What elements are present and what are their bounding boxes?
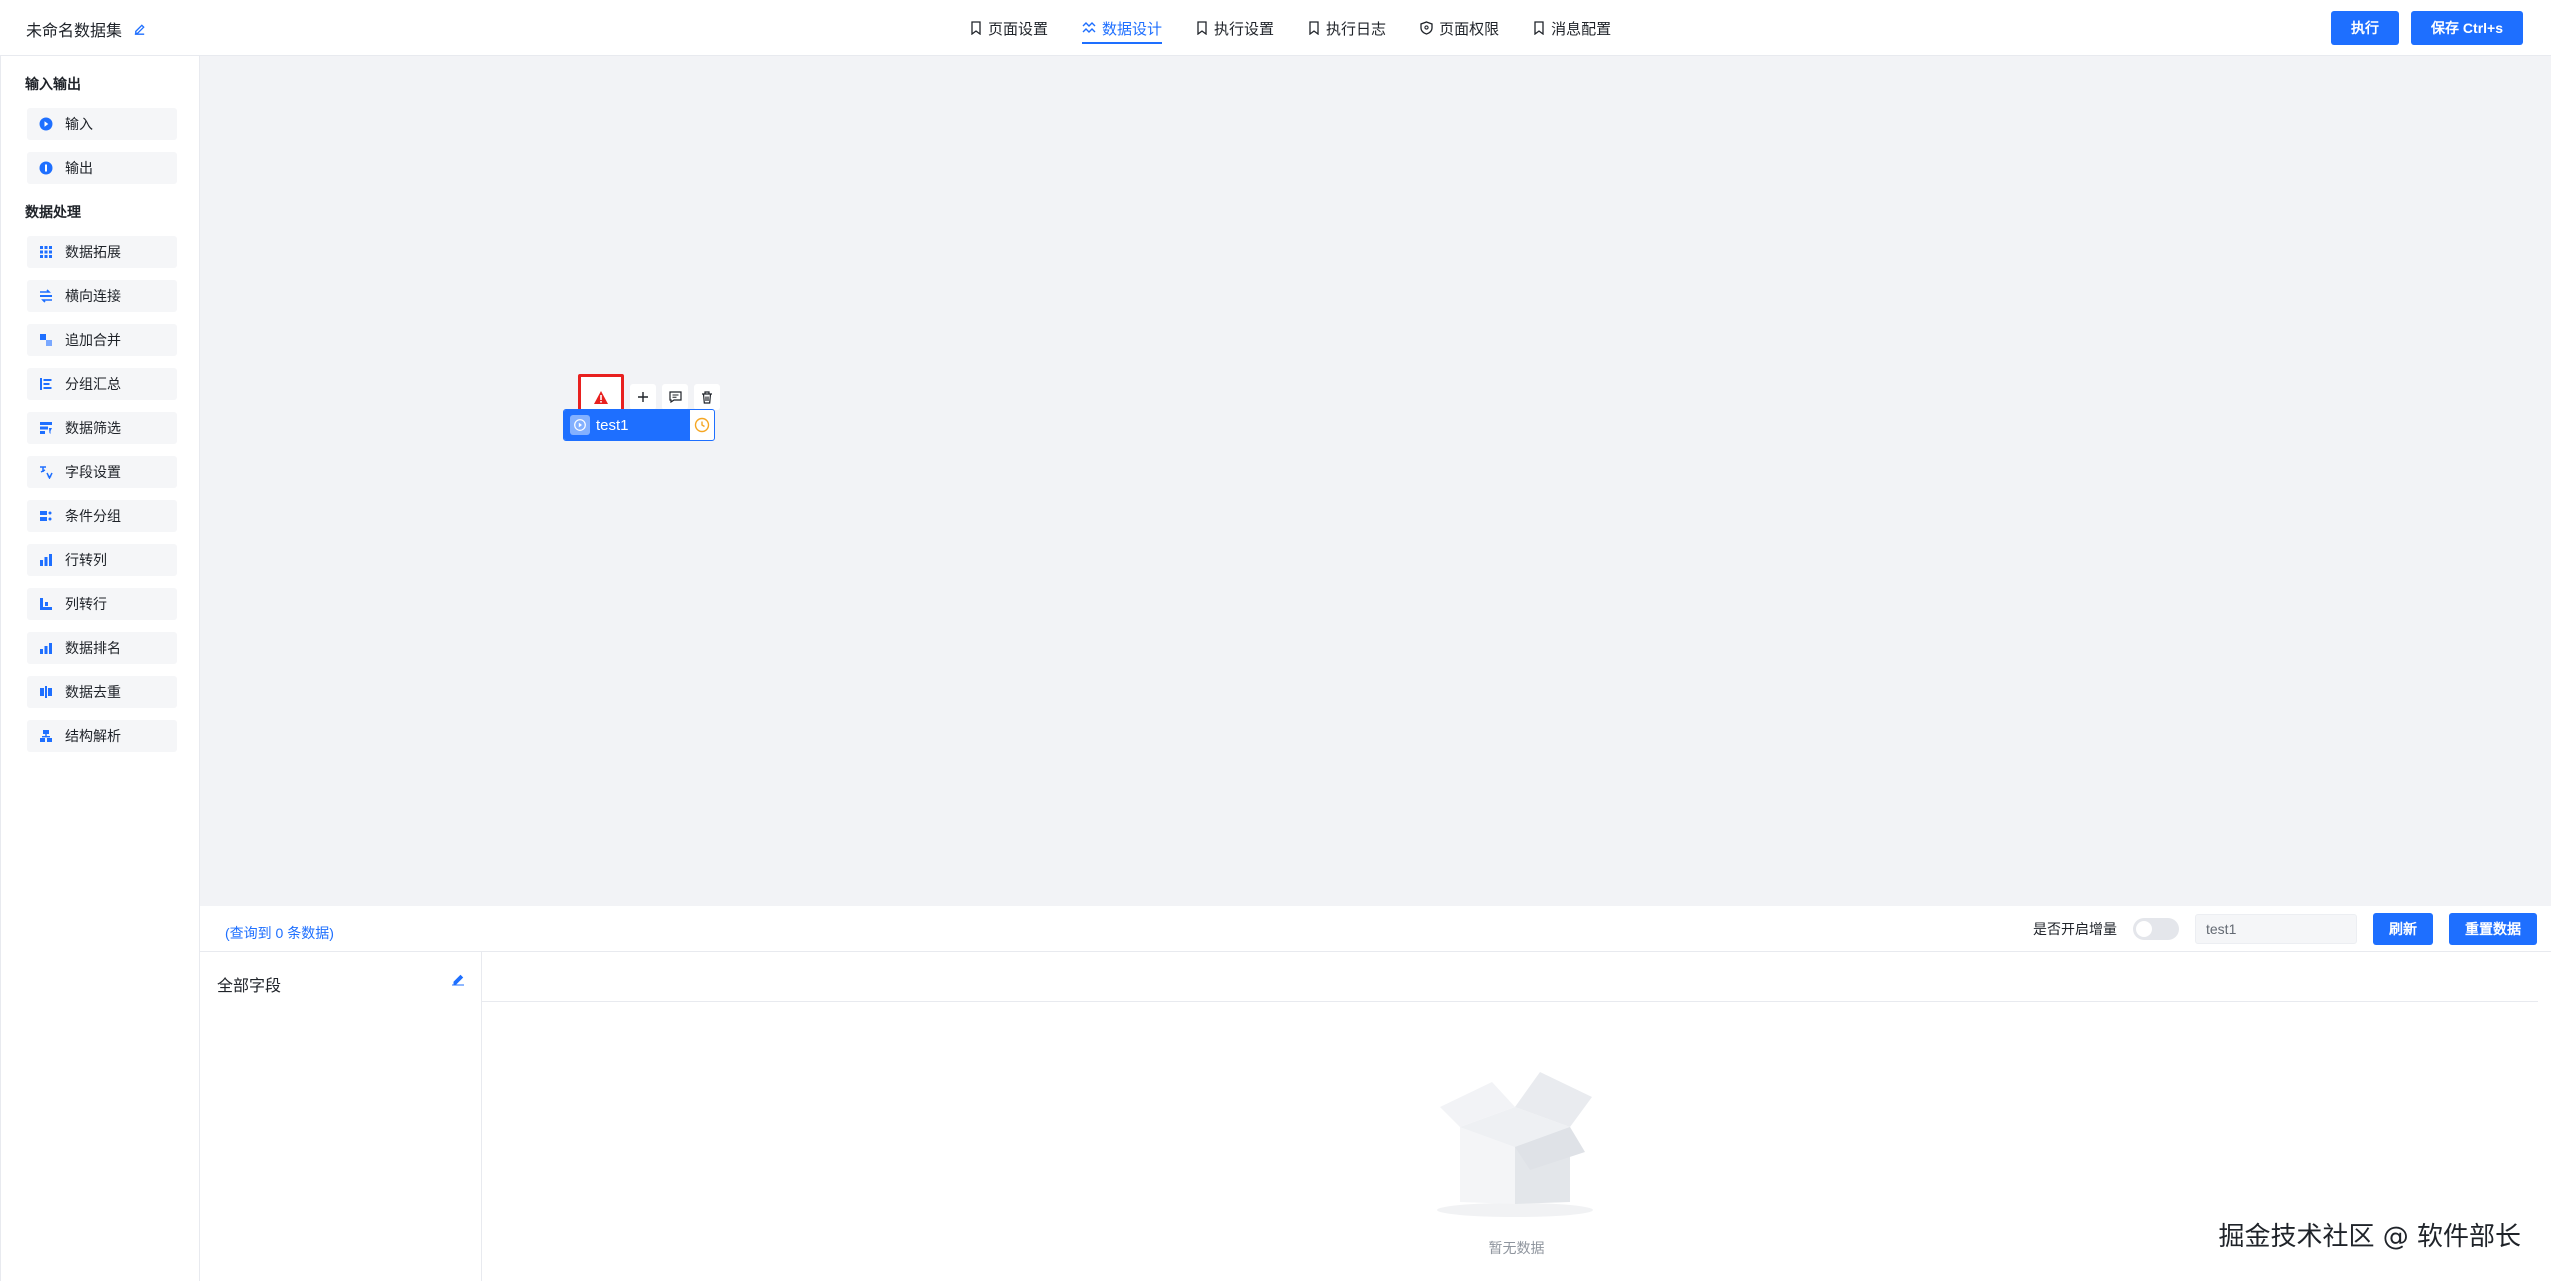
comment-icon [668,391,682,403]
group-title-io: 输入输出 [25,76,81,92]
sidebar-item-data-dedupe[interactable]: 数据去重 [27,676,177,708]
design-icon [1082,22,1096,33]
sidebar-item-label: 输入 [65,116,93,132]
sidebar-item-label: 分组汇总 [65,376,121,392]
field-icon [39,465,53,479]
node-body: test1 [564,410,690,440]
credit-watermark: 掘金技术社区 @ 软件部长 [2218,1222,2521,1252]
add-node-button[interactable] [630,384,656,410]
fields-title: 全部字段 [217,978,282,995]
bookmark-icon [971,21,981,35]
group-title-process: 数据处理 [25,204,81,220]
incremental-label: 是否开启增量 [2033,921,2117,937]
clock-icon [694,417,710,433]
dataset-title-text: 未命名数据集 [26,23,123,40]
tab-label: 执行设置 [1214,20,1275,38]
node-clock-button[interactable] [690,410,714,440]
sidebar-item-label: 结构解析 [65,728,121,744]
fields-panel: 全部字段 [200,952,482,1281]
sidebar-item-data-expand[interactable]: 数据拓展 [27,236,177,268]
col-to-row-icon [39,597,53,611]
filter-icon [39,421,53,435]
query-count-text: (查询到 0 条数据) [225,925,334,941]
incremental-switch[interactable] [2133,918,2179,940]
empty-box-icon [1430,1052,1600,1225]
table-header [482,952,2538,1002]
header-actions: 执行 保存 Ctrl+s [2331,11,2523,45]
sidebar-item-structure-parse[interactable]: 结构解析 [27,720,177,752]
bookmark-icon [1534,21,1544,35]
tab-page-permission[interactable]: 页面权限 [1420,0,1499,56]
tab-run-settings[interactable]: 执行设置 [1196,0,1274,56]
sidebar-item-output[interactable]: 输出 [27,152,177,184]
tab-label: 消息配置 [1551,20,1612,38]
tab-label: 页面设置 [988,20,1049,38]
edit-title-icon[interactable] [132,22,147,37]
sidebar-item-label: 数据排名 [65,640,121,656]
design-canvas[interactable]: test1 [200,56,2551,906]
group-icon [39,377,53,391]
sidebar-item-label: 字段设置 [65,464,121,480]
node-label: test1 [596,416,629,434]
top-header: 未命名数据集 页面设置 数据设计 执行设置 执行日志 页面权限 消息配置 执行 … [0,0,2551,56]
sidebar-item-row-to-column[interactable]: 行转列 [27,544,177,576]
sidebar-item-column-to-row[interactable]: 列转行 [27,588,177,620]
rank-icon [39,641,53,655]
save-button[interactable]: 保存 Ctrl+s [2411,11,2523,45]
sidebar-item-append-merge[interactable]: 追加合并 [27,324,177,356]
edit-fields-icon[interactable] [451,972,465,989]
sidebar-item-label: 数据拓展 [65,244,121,260]
node-select[interactable]: test1 [2195,914,2357,944]
sidebar-item-label: 数据去重 [65,684,121,700]
tab-label: 执行日志 [1326,20,1387,38]
sidebar-item-data-filter[interactable]: 数据筛选 [27,412,177,444]
sidebar-item-label: 横向连接 [65,288,121,304]
sidebar-item-label: 条件分组 [65,508,121,524]
tab-data-design[interactable]: 数据设计 [1082,0,1163,56]
condition-icon [39,509,53,523]
sidebar-item-label: 输出 [65,160,93,176]
delete-node-button[interactable] [694,384,720,410]
tab-message-config[interactable]: 消息配置 [1533,0,1611,56]
warning-icon [594,390,608,404]
tab-label: 页面权限 [1439,20,1500,38]
dataset-title: 未命名数据集 [26,17,147,41]
sidebar-item-label: 列转行 [65,596,107,612]
refresh-button[interactable]: 刷新 [2373,913,2433,945]
sidebar-item-label: 数据筛选 [65,420,121,436]
sidebar-item-label: 行转列 [65,552,107,568]
bookmark-icon [1309,21,1319,35]
append-icon [39,333,53,347]
sidebar-item-input[interactable]: 输入 [27,108,177,140]
join-icon [39,289,53,303]
plus-icon [638,392,648,402]
flow-node-input[interactable]: test1 [563,409,715,441]
reset-data-button[interactable]: 重置数据 [2449,913,2537,945]
run-button[interactable]: 执行 [2331,11,2400,45]
preview-actions: 是否开启增量 test1 刷新 重置数据 [2033,913,2537,945]
sidebar-item-condition-group[interactable]: 条件分组 [27,500,177,532]
main-tabs: 页面设置 数据设计 执行设置 执行日志 页面权限 消息配置 [970,0,1611,56]
row-to-col-icon [39,553,53,567]
structure-icon [39,729,53,743]
dedupe-icon [39,685,53,699]
component-sidebar: 输入输出 输入 输出 数据处理 数据拓展 横向连接 追加合并 分组汇总 数据筛选… [0,56,200,1281]
tab-run-log[interactable]: 执行日志 [1308,0,1386,56]
tab-page-settings[interactable]: 页面设置 [970,0,1048,56]
tab-label: 数据设计 [1102,20,1163,38]
sidebar-item-group-summary[interactable]: 分组汇总 [27,368,177,400]
bookmark-icon [1197,21,1207,35]
preview-toolbar: (查询到 0 条数据) 是否开启增量 test1 刷新 重置数据 [200,906,2551,952]
comment-node-button[interactable] [662,384,688,410]
output-icon [39,161,53,175]
grid-icon [39,245,53,259]
sidebar-item-field-settings[interactable]: 字段设置 [27,456,177,488]
trash-icon [702,390,712,404]
sidebar-item-label: 追加合并 [65,332,121,348]
shield-icon [1420,21,1433,35]
sidebar-item-data-rank[interactable]: 数据排名 [27,632,177,664]
input-icon [39,117,53,131]
input-icon [570,415,590,435]
sidebar-item-horizontal-join[interactable]: 横向连接 [27,280,177,312]
